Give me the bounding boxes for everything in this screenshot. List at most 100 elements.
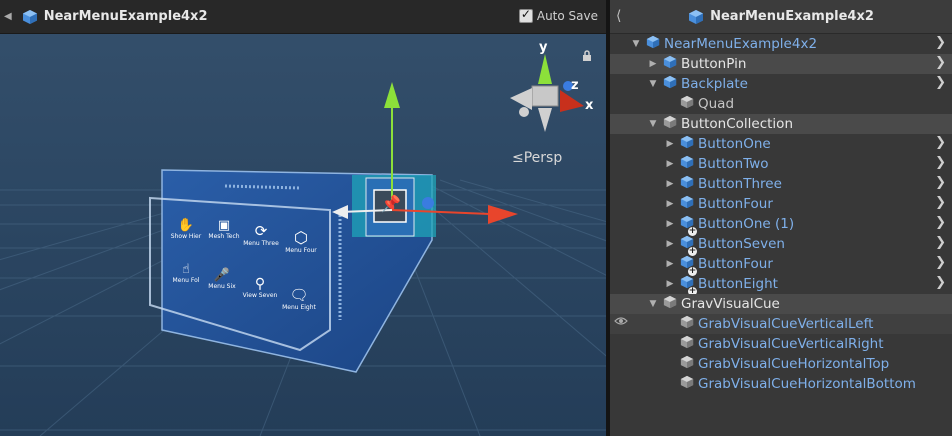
search-icon: ⚲: [254, 276, 266, 292]
hierarchy-row[interactable]: Quad: [610, 94, 952, 114]
chevron-right-icon[interactable]: ❯: [935, 55, 946, 70]
hierarchy-row-label: ButtonTwo: [698, 156, 769, 172]
autosave-checkbox[interactable]: [518, 7, 533, 23]
hierarchy-row[interactable]: GrabVisualCueVerticalRight: [610, 334, 952, 354]
chevron-right-icon[interactable]: ❯: [935, 215, 946, 230]
prefab-icon: [646, 35, 660, 53]
lock-icon[interactable]: [582, 50, 592, 66]
near-menu-buttons: ✋ Show Hier ▣ Mesh Tech ⟳ Menu Three ⬡ M…: [164, 214, 334, 334]
hierarchy-row-label: GravVisualCue: [681, 296, 780, 312]
gameobject-icon: [680, 95, 694, 113]
hierarchy-row[interactable]: ▼ ButtonCollection: [610, 114, 952, 134]
hierarchy-row-label: ButtonPin: [681, 56, 747, 72]
hierarchy-row-label: GrabVisualCueHorizontalTop: [698, 356, 890, 372]
hierarchy-row-label: GrabVisualCueHorizontalBottom: [698, 376, 916, 392]
hierarchy-row[interactable]: ▶ ButtonTwo ❯: [610, 154, 952, 174]
hierarchy-row-label: ButtonOne: [698, 136, 771, 152]
expand-arrow-right-icon[interactable]: ▶: [664, 179, 676, 189]
hierarchy-row[interactable]: ▶ ButtonOne ❯: [610, 134, 952, 154]
prefab-icon: [688, 9, 704, 25]
menu-button[interactable]: ⬡ Menu Four: [280, 228, 322, 254]
expand-arrow-right-icon[interactable]: ▶: [664, 259, 676, 269]
hierarchy-row-label: ButtonEight: [698, 276, 778, 292]
projection-toggle[interactable]: ≤Persp: [512, 150, 562, 166]
gizmo-label-z: z: [571, 78, 579, 93]
hierarchy-tree: ▼ NearMenuExample4x2 ❯ ▶ ButtonPin ❯ ▼ Backplat…: [610, 34, 952, 394]
chevron-right-icon[interactable]: ❯: [935, 155, 946, 170]
expand-arrow-down-icon[interactable]: ▼: [647, 299, 659, 309]
hierarchy-row-label: GrabVisualCueVerticalRight: [698, 336, 884, 352]
orientation-gizmo[interactable]: [510, 54, 584, 132]
gizmo-label-y: y: [539, 40, 548, 55]
prefab-icon: [680, 175, 694, 193]
prefab-icon: [663, 75, 677, 93]
gameobject-icon: [663, 115, 677, 133]
prefab-icon: +: [680, 215, 697, 236]
expand-arrow-down-icon[interactable]: ▼: [647, 119, 659, 129]
autosave-label: Auto Save: [536, 9, 598, 23]
expand-arrow-right-icon[interactable]: ▶: [664, 139, 676, 149]
expand-arrow-right-icon[interactable]: ▶: [664, 219, 676, 229]
hierarchy-row-label: Backplate: [681, 76, 748, 92]
chevron-right-icon[interactable]: ❯: [935, 235, 946, 250]
chevron-right-icon[interactable]: ❯: [935, 255, 946, 270]
camera-icon: ▣: [217, 218, 231, 233]
chevron-right-icon[interactable]: ❯: [935, 75, 946, 90]
hierarchy-row[interactable]: ▶ + ButtonFour ❯: [610, 254, 952, 276]
prefab-icon: +: [680, 255, 697, 276]
gameobject-icon: [680, 315, 694, 333]
refresh-icon: ⟳: [254, 222, 268, 240]
hierarchy-panel: ⟨ NearMenuExample4x2 ▼ NearMenuExample4x2…: [610, 0, 952, 436]
chevron-left-icon[interactable]: ◀: [4, 11, 12, 22]
prefab-icon: [680, 155, 694, 173]
menu-button[interactable]: ⟳ Menu Three: [242, 222, 280, 247]
gameobject-icon: [663, 295, 677, 313]
chevron-left-icon[interactable]: ⟨: [616, 8, 621, 24]
scene-title: NearMenuExample4x2: [43, 9, 208, 24]
expand-arrow-right-icon[interactable]: ▶: [664, 199, 676, 209]
menu-button[interactable]: ▣ Mesh Tech: [206, 218, 242, 240]
hierarchy-row[interactable]: ▼ GravVisualCue: [610, 294, 952, 314]
hierarchy-row[interactable]: ▶ + ButtonEight ❯: [610, 274, 952, 296]
hierarchy-row[interactable]: GrabVisualCueHorizontalTop: [610, 354, 952, 374]
hierarchy-row[interactable]: ▶ ButtonFour ❯: [610, 194, 952, 214]
menu-button[interactable]: 🎤 Menu Six: [204, 268, 240, 290]
chevron-right-icon[interactable]: ❯: [935, 135, 946, 150]
hierarchy-row[interactable]: ▼ Backplate ❯: [610, 74, 952, 94]
expand-arrow-down-icon[interactable]: ▼: [647, 79, 659, 89]
chevron-right-icon[interactable]: ❯: [935, 195, 946, 210]
expand-arrow-right-icon[interactable]: ▶: [664, 159, 676, 169]
expand-arrow-right-icon[interactable]: ▶: [664, 279, 676, 289]
hierarchy-row[interactable]: ▶ ButtonPin ❯: [610, 54, 952, 74]
menu-button[interactable]: ⚲ View Seven: [240, 276, 280, 299]
hierarchy-row-label: ButtonSeven: [698, 236, 785, 252]
expand-arrow-right-icon[interactable]: ▶: [664, 239, 676, 249]
menu-button[interactable]: ☝ Menu Fol: [168, 262, 204, 284]
scene-view[interactable]: ✋ Show Hier ▣ Mesh Tech ⟳ Menu Three ⬡ M…: [0, 0, 606, 436]
eye-icon[interactable]: [614, 315, 628, 330]
gameobject-icon: [680, 335, 694, 353]
hierarchy-row-label: ButtonCollection: [681, 116, 793, 132]
gameobject-icon: [680, 375, 694, 393]
expand-arrow-right-icon[interactable]: ▶: [647, 59, 659, 69]
mic-icon: 🎤: [213, 268, 231, 283]
chevron-right-icon[interactable]: ❯: [935, 275, 946, 290]
hierarchy-row[interactable]: GrabVisualCueHorizontalBottom: [610, 374, 952, 394]
prefab-icon: +: [680, 235, 697, 256]
chevron-right-icon[interactable]: ❯: [935, 175, 946, 190]
hierarchy-row-label: ButtonFour: [698, 256, 773, 272]
chevron-right-icon[interactable]: ❯: [935, 35, 946, 50]
hierarchy-row[interactable]: ▶ + ButtonSeven ❯: [610, 234, 952, 256]
menu-button[interactable]: 🗨 Menu Eight: [278, 286, 320, 311]
hierarchy-row[interactable]: GrabVisualCueVerticalLeft: [610, 314, 952, 334]
prefab-icon: +: [680, 275, 697, 296]
hierarchy-row-label: ButtonOne (1): [698, 216, 795, 232]
menu-button[interactable]: ✋ Show Hier: [168, 218, 204, 240]
hierarchy-row[interactable]: ▶ ButtonThree ❯: [610, 174, 952, 194]
hierarchy-row-label: NearMenuExample4x2: [664, 36, 818, 52]
autosave-toggle[interactable]: Auto Save: [518, 7, 598, 23]
hierarchy-row[interactable]: ▶ + ButtonOne (1) ❯: [610, 214, 952, 236]
hierarchy-row[interactable]: ▼ NearMenuExample4x2 ❯: [610, 34, 952, 54]
expand-arrow-down-icon[interactable]: ▼: [630, 39, 642, 49]
pin-icon: 📌: [381, 194, 401, 213]
